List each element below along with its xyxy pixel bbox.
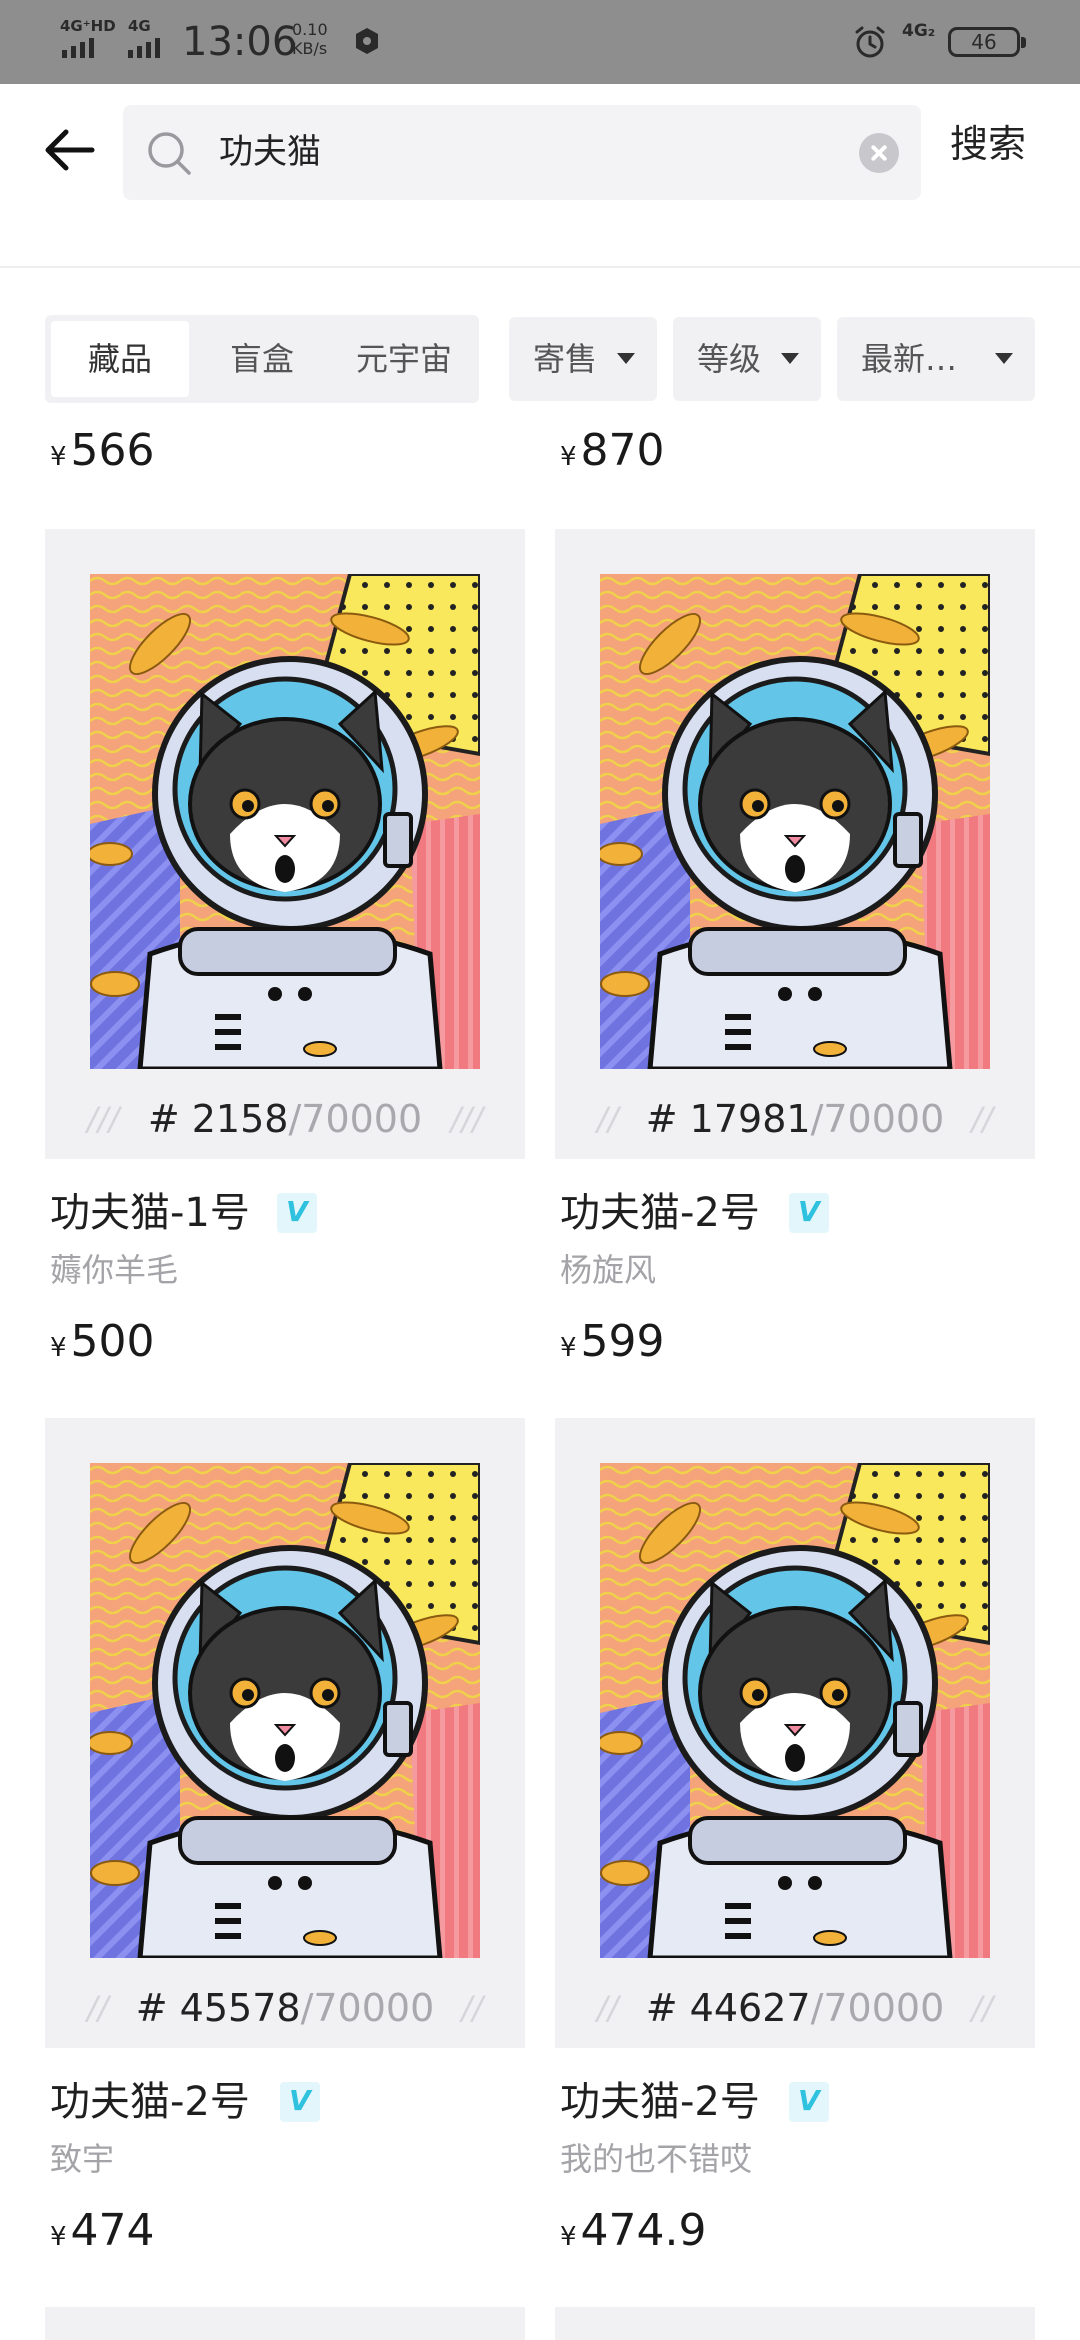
caret-down-icon (995, 353, 1013, 364)
decor-slash-icon: /// (87, 1100, 120, 1138)
seller-name: 薅你羊毛 (50, 1251, 179, 1289)
caret-down-icon (617, 353, 635, 364)
item-title[interactable]: 功夫猫-2号 (50, 2077, 250, 2127)
item-title[interactable]: 功夫猫-2号 (560, 2077, 760, 2127)
divider (0, 266, 1080, 268)
network-4g-label: 4G (128, 17, 151, 35)
verified-badge-icon: V (277, 1193, 317, 1233)
dropdown-label: 寄售 (533, 340, 598, 378)
item-price: ¥566 (50, 425, 155, 476)
decor-slash-icon: // (597, 1100, 619, 1138)
signal-icon (62, 38, 94, 58)
tab-metaverse[interactable]: 元宇宙 (335, 321, 473, 397)
search-input[interactable]: 功夫猫 (123, 105, 921, 200)
app-notification-icon (356, 28, 378, 54)
verified-badge-icon: V (789, 2082, 829, 2122)
decor-slash-icon: /// (450, 1100, 483, 1138)
search-query-text[interactable]: 功夫猫 (219, 105, 321, 200)
collectible-card[interactable]: // # 17981/70000 // (555, 529, 1035, 1159)
alarm-icon (855, 26, 885, 58)
verified-badge-icon: V (789, 1193, 829, 1233)
serial-number: /// # 2158/70000 /// (45, 1089, 525, 1149)
status-bar: 4G⁺HD 4G 13:06 0.10 KB/s 4G₂ 46 (0, 0, 1080, 84)
serial-number: // # 45578/70000 // (45, 1978, 525, 2038)
decor-slash-icon: // (971, 1100, 993, 1138)
kungfu-cat-astronaut-image (90, 1463, 480, 1958)
collectible-card[interactable] (45, 2307, 525, 2340)
seller-name: 杨旋风 (560, 1251, 657, 1289)
clock: 13:06 (182, 19, 298, 65)
decor-slash-icon: // (87, 1989, 109, 2027)
seller-name: 致宇 (50, 2140, 115, 2178)
collectible-card[interactable]: // # 45578/70000 // (45, 1418, 525, 2048)
clear-icon[interactable] (859, 133, 899, 173)
consignment-dropdown[interactable]: 寄售 (509, 317, 657, 401)
decor-slash-icon: // (461, 1989, 483, 2027)
serial-number: // # 17981/70000 // (555, 1089, 1035, 1149)
category-tabs: 藏品 盲盒 元宇宙 (45, 315, 479, 403)
level-dropdown[interactable]: 等级 (673, 317, 821, 401)
item-price: ¥474.9 (560, 2205, 707, 2256)
back-arrow-icon[interactable] (40, 120, 100, 180)
dropdown-label: 等级 (697, 340, 762, 378)
search-header: 功夫猫 搜索 (0, 84, 1080, 216)
tab-collectibles[interactable]: 藏品 (51, 321, 189, 397)
decor-slash-icon: // (971, 1989, 993, 2027)
item-price: ¥500 (50, 1316, 155, 1367)
sort-dropdown[interactable]: 最新… (837, 317, 1035, 401)
item-price: ¥870 (560, 425, 665, 476)
dropdown-label: 最新… (861, 340, 958, 378)
speed-unit: KB/s (292, 39, 328, 58)
serial-number: // # 44627/70000 // (555, 1978, 1035, 2038)
item-title[interactable]: 功夫猫-2号 (560, 1188, 760, 1238)
collectible-card[interactable] (555, 2307, 1035, 2340)
item-price: ¥474 (50, 2205, 155, 2256)
search-icon (148, 132, 191, 175)
item-price: ¥599 (560, 1316, 665, 1367)
decor-slash-icon: // (597, 1989, 619, 2027)
item-title[interactable]: 功夫猫-1号 (50, 1188, 250, 1238)
kungfu-cat-astronaut-image (600, 1463, 990, 1958)
signal-icon (128, 38, 160, 58)
verified-badge-icon: V (280, 2082, 320, 2122)
battery-icon: 46 (948, 27, 1026, 57)
collectible-card[interactable]: /// # 2158/70000 /// (45, 529, 525, 1159)
search-button[interactable]: 搜索 (950, 114, 1026, 174)
caret-down-icon (781, 353, 799, 364)
seller-name: 我的也不错哎 (560, 2140, 753, 2178)
network-4g-2-label: 4G₂ (902, 21, 936, 41)
network-speed: 0.10 KB/s (292, 20, 328, 58)
speed-value: 0.10 (292, 20, 328, 39)
kungfu-cat-astronaut-image (600, 574, 990, 1069)
collectible-card[interactable]: // # 44627/70000 // (555, 1418, 1035, 2048)
network-4g-hd-label: 4G⁺HD (60, 17, 116, 35)
kungfu-cat-astronaut-image (90, 574, 480, 1069)
tab-blind-box[interactable]: 盲盒 (193, 321, 331, 397)
